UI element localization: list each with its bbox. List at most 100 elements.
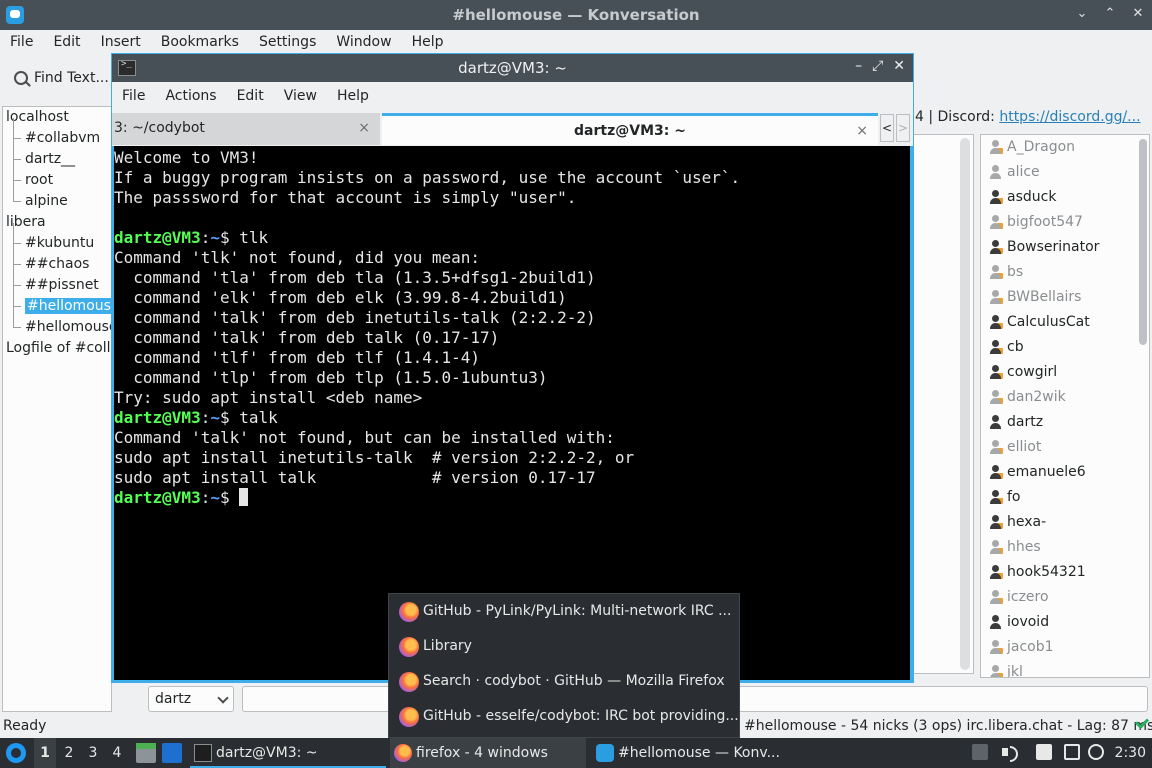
server-channel-tree: localhost #collabvm dartz__ root alpine liber… [2,106,112,712]
user-icon [989,390,1003,404]
minimize-icon[interactable]: – [855,58,862,74]
nick-item[interactable]: Bowserinator [981,235,1149,260]
task-terminal[interactable]: dartz@VM3: ~ [190,738,386,768]
firefox-window-item[interactable]: GitHub - esselfe/codybot: IRC bot provid… [389,699,739,734]
terminal-tabbar: 3: ~/codybot × dartz@VM3: ~ × < > [112,112,913,146]
terminal-menu-view[interactable]: View [274,82,327,112]
topic-discord-link[interactable]: https://discord.gg/... [999,109,1140,125]
firefox-window-item[interactable]: Library [389,629,739,664]
nick-item[interactable]: hook54321 [981,560,1149,585]
op-badge-icon [997,298,1003,304]
user-icon [989,265,1003,279]
tree-item[interactable]: ##chaos [3,244,111,275]
nick-item[interactable]: alice [981,160,1149,185]
nick-item[interactable]: dan2wik [981,385,1149,410]
terminal-line: command 'elk' from deb elk (3.99.8-4.2bu… [114,288,567,307]
terminal-menu-actions[interactable]: Actions [155,82,226,112]
app-launcher-icon[interactable] [6,743,26,763]
tree-item[interactable]: Logfile of #colla [3,338,111,359]
nick-item[interactable]: hhes [981,535,1149,560]
tree-item[interactable]: dartz__ [3,139,111,170]
volume-icon[interactable] [1002,744,1018,762]
tree-item[interactable]: libera [3,212,111,233]
tab-label: dartz@VM3: ~ [574,123,686,139]
tree-item[interactable]: alpine [3,181,111,212]
op-badge-icon [997,273,1003,279]
tree-item[interactable]: #kubuntu [3,223,111,254]
clipboard-icon[interactable] [1036,744,1052,760]
minimize-icon[interactable]: ⌄ [1074,6,1090,22]
chat-scrollbar[interactable] [960,138,970,670]
tree-item[interactable]: root [3,160,111,191]
maximize-icon[interactable]: ⌃ [1102,6,1118,22]
menu-edit[interactable]: Edit [43,30,90,56]
nick-item[interactable]: A_Dragon [981,135,1149,160]
tree-item-label: Logfile of #colla [6,340,112,356]
op-badge-icon [997,323,1003,329]
close-tab-icon[interactable]: × [856,116,868,146]
nick-item[interactable]: iovoid [981,610,1149,635]
op-badge-icon [997,548,1003,554]
close-icon[interactable]: ✕ [1130,6,1146,22]
find-text-label: Find Text... [34,70,109,86]
desktop-3[interactable]: 3 [82,738,104,768]
op-badge-icon [997,223,1003,229]
nick-item[interactable]: BWBellairs [981,285,1149,310]
terminal-menu-file[interactable]: File [112,82,155,112]
nick-name: dartz [1007,414,1044,430]
terminal-titlebar[interactable]: dartz@VM3: ~ – ⤢ ✕ [112,54,913,82]
device-notifier-icon[interactable] [972,744,988,760]
user-icon [989,565,1003,579]
show-desktop-icon[interactable] [162,743,182,763]
nick-item[interactable]: bs [981,260,1149,285]
nickname-selector[interactable]: dartz [148,686,234,712]
network-icon[interactable] [1064,744,1080,760]
desktop-4[interactable]: 4 [106,738,128,768]
notifications-icon[interactable] [1088,744,1104,760]
tab-codybot[interactable]: 3: ~/codybot × [112,113,380,145]
close-icon[interactable]: ✕ [893,58,905,74]
terminal-line: Command 'talk' not found, but can be ins… [114,428,615,447]
terminal-menu-help[interactable]: Help [327,82,379,112]
tree-item[interactable]: #collabvm [3,118,111,149]
nick-item[interactable]: CalculusCat [981,310,1149,335]
desktop-2[interactable]: 2 [58,738,80,768]
nick-item[interactable]: hexa- [981,510,1149,535]
nick-item[interactable]: emanuele6 [981,460,1149,485]
task-konversation[interactable]: #hellomouse — Konv... [592,738,792,768]
nick-item[interactable]: elliot [981,435,1149,460]
tree-item-label: #collabvm [25,130,101,146]
task-firefox[interactable]: firefox - 4 windows [390,738,586,768]
close-tab-icon[interactable]: × [358,113,370,143]
konversation-titlebar[interactable]: #hellomouse — Konversation ⌄ ⌃ ✕ [0,0,1152,30]
nick-item[interactable]: cb [981,335,1149,360]
clock[interactable]: 2:30 [1115,738,1146,768]
tree-item[interactable]: #hellomouse [3,286,111,317]
chevron-left-icon[interactable]: < [880,114,894,142]
nick-item[interactable]: cowgirl [981,360,1149,385]
firefox-window-item[interactable]: GitHub - PyLink/PyLink: Multi-network IR… [389,594,739,629]
desktop-1[interactable]: 1 [34,738,56,768]
nick-item[interactable]: jacob1 [981,635,1149,660]
terminal-menu-edit[interactable]: Edit [227,82,274,112]
maximize-icon[interactable]: ⤢ [872,58,883,74]
nick-item[interactable]: asduck [981,185,1149,210]
terminal-line: command 'tlf' from deb tlf (1.4.1-4) [114,348,481,367]
firefox-window-item[interactable]: Search · codybot · GitHub — Mozilla Fire… [389,664,739,699]
nick-item[interactable]: dartz [981,410,1149,435]
firefox-icon [399,602,419,622]
tree-item[interactable]: ##pissnet [3,265,111,296]
nick-item[interactable]: bigfoot547 [981,210,1149,235]
chevron-right-icon[interactable]: > [896,114,910,142]
channel-topic: 4 | Discord: https://discord.gg/... [912,104,1152,132]
tree-item[interactable]: localhost [3,107,111,128]
tab-dartz-vm3[interactable]: dartz@VM3: ~ × [382,113,878,145]
nick-item[interactable]: iczero [981,585,1149,610]
file-manager-icon[interactable] [136,743,156,763]
find-text-button[interactable]: Find Text... [14,70,109,86]
menu-file[interactable]: File [0,30,43,56]
nick-item[interactable]: fo [981,485,1149,510]
tree-item[interactable]: #hellomouse [3,307,111,338]
nick-item[interactable]: jkl [981,660,1149,677]
tree-item-label: ##chaos [25,256,90,272]
